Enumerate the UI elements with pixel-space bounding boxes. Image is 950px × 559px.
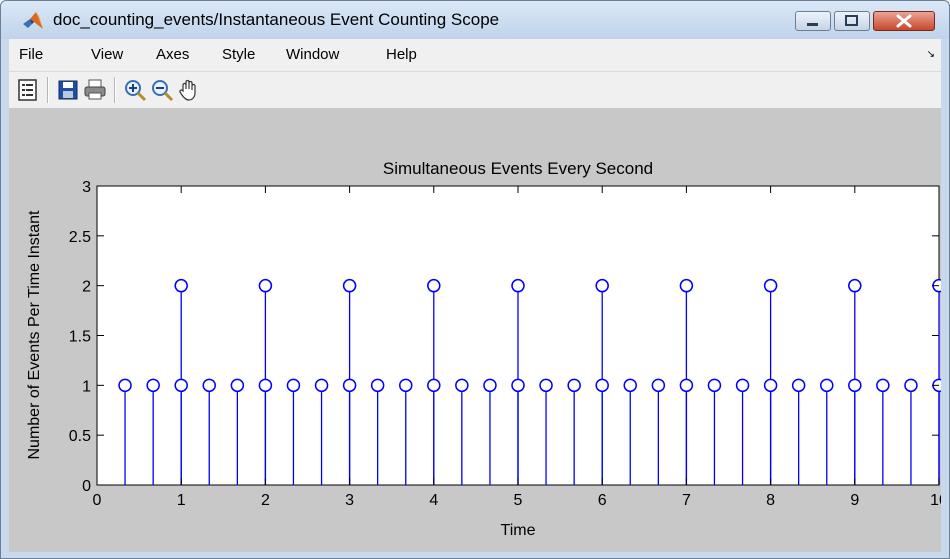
stem-marker [707,378,722,393]
minimize-icon [807,23,818,26]
y-tick-label: 1 [82,378,91,395]
stem-marker [230,378,245,393]
y-tick-label: 2 [82,279,91,296]
scope-window: doc_counting_events/Instantaneous Event … [0,0,950,559]
stem-marker [735,378,750,393]
stem-marker [174,278,188,293]
stem-marker [427,378,441,393]
stem-marker [370,378,385,393]
x-tick-label: 1 [177,492,186,509]
y-tick-label: 1.5 [69,329,91,346]
stem-marker [286,378,301,393]
stem-marker [876,378,890,393]
menu-help[interactable]: Help [386,46,417,63]
x-tick-label: 10 [930,492,941,509]
menu-view[interactable]: View [91,46,123,63]
stem-marker [146,378,160,393]
x-tick-label: 4 [429,492,438,509]
stem-marker [174,378,188,393]
stem-marker [539,378,553,393]
save-icon[interactable] [56,78,80,102]
stem-marker [202,378,216,393]
stem-marker [848,278,862,293]
chart-title: Simultaneous Events Every Second [383,159,653,178]
stem-plot[interactable]: 0 1 2 3 4 5 6 7 8 9 10 0 0.5 1 1.5 2 2.5 3 Simultaneous E… [9,109,948,552]
minimize-button[interactable] [795,11,831,31]
toolbar-separator [47,77,49,103]
y-tick-label: 2.5 [69,229,91,246]
stem-marker [848,378,862,393]
x-tick-label: 5 [514,492,523,509]
stem-marker [651,378,666,393]
stem-marker [595,378,609,393]
stem-marker [399,378,413,393]
matlab-logo-icon [23,12,43,29]
zoom-in-icon[interactable] [123,78,147,102]
stem-marker [455,378,469,393]
window-title: doc_counting_events/Instantaneous Event … [53,10,500,29]
x-tick-label: 9 [850,492,859,509]
y-axis-label: Number of Events Per Time Instant [26,210,43,460]
x-tick-label: 3 [345,492,354,509]
stem-marker [567,378,581,393]
x-tick-label: 7 [682,492,691,509]
y-tick-label: 0 [82,478,91,495]
stem-marker [511,278,525,293]
menu-style[interactable]: Style [222,46,255,63]
stem-marker [483,378,497,393]
stem-marker [258,378,273,393]
menu-bar: File View Axes Style Window Help ↘ [9,39,941,72]
stem-marker [623,378,637,393]
x-tick-label: 2 [261,492,270,509]
maximize-icon [845,15,858,26]
menu-window[interactable]: Window [286,46,339,63]
stem-marker [511,378,525,393]
close-icon [896,14,912,28]
stem-marker [595,278,609,293]
stem-marker [679,278,694,293]
stem-marker [342,278,357,293]
toolbar-separator [114,77,116,103]
stem-marker [763,378,778,393]
stem-marker [314,378,329,393]
stem-marker [763,278,778,293]
stem-marker [820,378,834,393]
parameters-icon[interactable] [16,78,40,102]
pan-hand-icon[interactable] [177,78,201,102]
stem-marker [679,378,694,393]
menu-axes[interactable]: Axes [156,46,189,63]
maximize-button[interactable] [834,11,870,31]
menu-dock-arrow-icon[interactable]: ↘ [927,49,935,60]
print-icon[interactable] [83,78,107,102]
stem-marker [904,378,918,393]
menu-file[interactable]: File [19,46,43,63]
stem-marker [258,278,273,293]
x-tick-label: 8 [766,492,775,509]
stem-marker [427,278,441,293]
title-bar[interactable]: doc_counting_events/Instantaneous Event … [1,1,949,39]
y-tick-label: 3 [82,179,91,196]
zoom-out-icon[interactable] [150,78,174,102]
x-tick-label: 6 [598,492,607,509]
close-button[interactable] [873,11,935,31]
figure-area: 0 1 2 3 4 5 6 7 8 9 10 0 0.5 1 1.5 2 2.5 3 Simultaneous E… [9,109,948,552]
stem-marker [342,378,357,393]
stem-marker [118,378,132,393]
stem-marker [791,378,806,393]
x-tick-label: 0 [93,492,102,509]
toolbar [9,72,941,109]
y-tick-label: 0.5 [69,428,91,445]
x-axis-label: Time [501,522,536,539]
